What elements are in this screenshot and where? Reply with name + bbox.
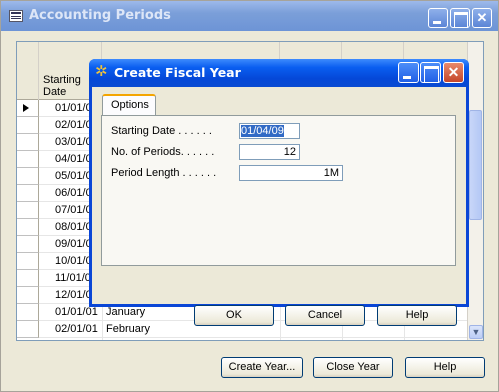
- grid-vertical-scrollbar[interactable]: ▼: [467, 42, 483, 340]
- no-of-periods-field[interactable]: 12: [239, 144, 300, 160]
- gear-icon: ✲: [95, 63, 108, 80]
- scrollbar-thumb[interactable]: [469, 110, 482, 220]
- close-year-button[interactable]: Close Year: [313, 357, 393, 378]
- cancel-button[interactable]: Cancel: [285, 305, 365, 326]
- starting-date-field[interactable]: 01/04/09: [239, 123, 300, 139]
- cell-starting-date[interactable]: 01/01/01: [55, 306, 98, 318]
- cell-name[interactable]: February: [106, 323, 150, 335]
- starting-date-value: 01/04/09: [241, 125, 284, 137]
- header-date-label: Date: [43, 86, 67, 98]
- row-selector[interactable]: [17, 304, 39, 321]
- close-icon: ✕: [447, 64, 460, 80]
- outer-title-bar[interactable]: Accounting Periods ✕: [1, 1, 498, 31]
- row-selector[interactable]: [17, 168, 39, 185]
- cell-starting-date[interactable]: 06/01/0: [55, 187, 92, 199]
- cell-starting-date[interactable]: 08/01/0: [55, 221, 92, 233]
- row-selector[interactable]: [17, 287, 39, 304]
- cell-starting-date[interactable]: 09/01/0: [55, 238, 92, 250]
- outer-minimize-button[interactable]: [428, 8, 448, 28]
- table-window-icon: [9, 10, 23, 22]
- dialog-maximize-button[interactable]: [420, 62, 441, 83]
- create-fiscal-year-dialog: ✲ Create Fiscal Year ✕ Options Starting …: [89, 59, 469, 326]
- tab-options[interactable]: Options: [102, 94, 156, 116]
- no-of-periods-label: No. of Periods. . . . . .: [111, 146, 215, 158]
- dialog-title: Create Fiscal Year: [114, 65, 241, 80]
- create-year-button[interactable]: Create Year...: [221, 357, 303, 378]
- current-row-arrow-icon: [23, 104, 29, 112]
- dialog-close-button[interactable]: ✕: [443, 62, 464, 83]
- dialog-body: Options Starting Date . . . . . . 01/04/…: [92, 87, 466, 326]
- outer-maximize-button[interactable]: [450, 8, 470, 28]
- cell-starting-date[interactable]: 03/01/0: [55, 136, 92, 148]
- starting-date-label: Starting Date . . . . . .: [111, 125, 212, 137]
- row-selector[interactable]: [17, 100, 39, 117]
- row-selector[interactable]: [17, 134, 39, 151]
- row-selector[interactable]: [17, 117, 39, 134]
- cell-starting-date[interactable]: 10/01/0: [55, 255, 92, 267]
- dialog-minimize-button[interactable]: [398, 62, 419, 83]
- selector-column-header: [17, 42, 39, 100]
- cell-name[interactable]: January: [106, 306, 145, 318]
- ok-button[interactable]: OK: [194, 305, 274, 326]
- cell-starting-date[interactable]: 07/01/0: [55, 204, 92, 216]
- row-selector[interactable]: [17, 185, 39, 202]
- outer-window-title: Accounting Periods: [29, 8, 171, 23]
- cell-starting-date[interactable]: 11/01/0: [55, 272, 91, 284]
- close-icon: ✕: [476, 10, 488, 25]
- row-selector[interactable]: [17, 270, 39, 287]
- dialog-title-bar[interactable]: ✲ Create Fiscal Year ✕: [89, 59, 469, 87]
- row-selector[interactable]: [17, 151, 39, 168]
- dialog-help-button[interactable]: Help: [377, 305, 457, 326]
- cell-starting-date[interactable]: 05/01/0: [55, 170, 92, 182]
- options-tab-panel: Starting Date . . . . . . 01/04/09 No. o…: [101, 115, 456, 266]
- cell-starting-date[interactable]: 12/01/0: [55, 289, 92, 301]
- row-selector[interactable]: [17, 202, 39, 219]
- row-selector[interactable]: [17, 253, 39, 270]
- cell-starting-date[interactable]: 02/01/0: [55, 119, 92, 131]
- period-length-field[interactable]: 1M: [239, 165, 343, 181]
- cell-starting-date[interactable]: 04/01/0: [55, 153, 92, 165]
- row-selector[interactable]: [17, 219, 39, 236]
- period-length-label: Period Length . . . . . .: [111, 167, 217, 179]
- header-starting-label: Starting: [43, 74, 81, 86]
- scroll-down-arrow-icon[interactable]: ▼: [469, 325, 483, 339]
- row-selector[interactable]: [17, 321, 39, 338]
- cell-starting-date[interactable]: 01/01/0: [55, 102, 92, 114]
- tab-options-label: Options: [111, 99, 149, 111]
- cell-starting-date[interactable]: 02/01/01: [55, 323, 98, 335]
- outer-help-button[interactable]: Help: [405, 357, 485, 378]
- outer-close-button[interactable]: ✕: [472, 8, 492, 28]
- row-selector[interactable]: [17, 236, 39, 253]
